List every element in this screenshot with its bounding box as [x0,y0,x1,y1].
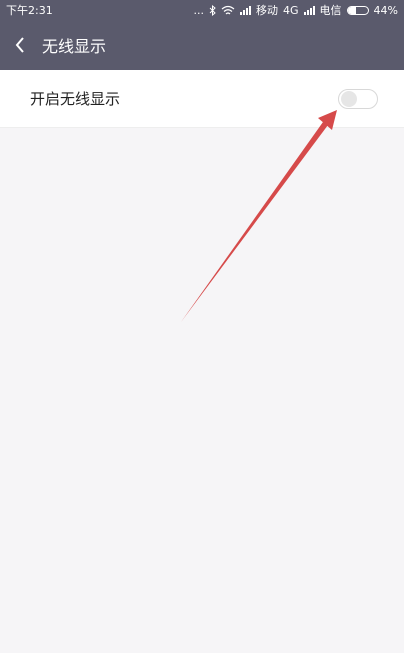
bluetooth-icon [209,4,216,16]
carrier-1: 移动 [256,4,279,17]
signal-icon [303,5,315,15]
signal-icon [240,5,252,15]
carrier-2: 电信 [319,4,342,17]
title-bar: 无线显示 [0,20,404,70]
setting-label: 开启无线显示 [30,90,121,108]
setting-row-wireless-display[interactable]: 开启无线显示 [0,70,404,128]
status-icons: ... 移动 4G 电信 44% [194,2,398,18]
toggle-knob [341,91,357,107]
status-bar: 下午2:31 ... 移动 4G 电信 44% [0,0,404,20]
battery-percent: 44% [373,3,398,17]
arrow-shaft [181,122,328,322]
wireless-display-toggle[interactable] [338,89,378,109]
status-time: 下午2:31 [6,4,53,17]
back-button[interactable] [0,20,40,70]
battery-fill [347,6,357,14]
page-title: 无线显示 [42,37,107,56]
status-dots: ... [193,3,205,17]
battery-icon [346,5,369,15]
chevron-left-icon [15,37,24,53]
network-type: 4G [283,3,299,17]
wifi-icon [221,5,235,14]
